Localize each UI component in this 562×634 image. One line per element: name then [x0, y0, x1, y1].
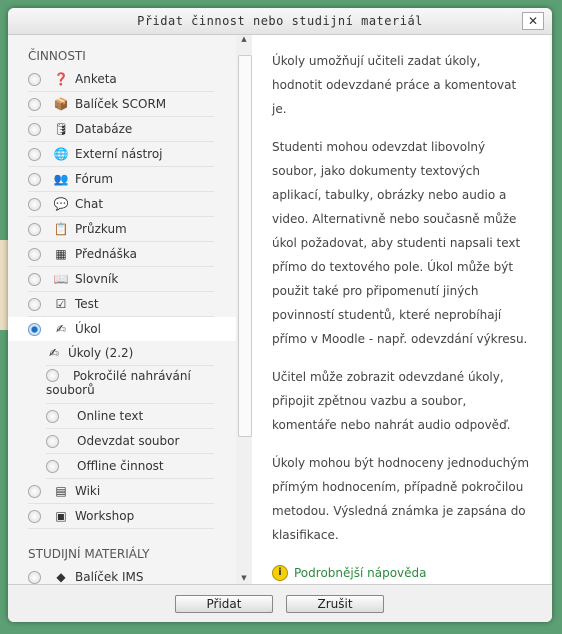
info-icon: i	[272, 565, 288, 581]
list-item-balíček-scorm[interactable]: 📦 Balíček SCORM	[28, 92, 214, 117]
item-label: Balíček IMS	[75, 570, 144, 584]
dialog-title: Přidat činnost nebo studijní materiál	[8, 8, 552, 35]
item-label: Databáze	[75, 122, 133, 136]
item-label: Pokročilé nahrávání souborů	[46, 369, 191, 397]
list-item-anketa[interactable]: ❓ Anketa	[28, 67, 214, 92]
radio[interactable]	[46, 459, 59, 473]
item-label: Chat	[75, 197, 104, 211]
add-button[interactable]: Přidat	[175, 595, 273, 613]
forum-icon: 👥	[53, 172, 69, 186]
cancel-button[interactable]: Zrušit	[286, 595, 384, 613]
item-label: Úkol	[75, 322, 101, 336]
list-item-workshop[interactable]: ▣ Workshop	[28, 504, 214, 529]
description-paragraph: Učitel může zobrazit odevzdané úkoly, př…	[272, 370, 511, 432]
radio[interactable]	[46, 409, 59, 423]
survey-icon: 📋	[53, 222, 69, 236]
background-page	[0, 240, 8, 330]
description-paragraph: Úkoly mohou být hodnoceny jednoduchým př…	[272, 456, 530, 542]
item-label: Wiki	[75, 484, 101, 498]
list-item-odevzdat-soubor[interactable]: Odevzdat soubor	[46, 429, 214, 454]
help-link-label: Podrobnější nápověda	[294, 566, 427, 580]
radio[interactable]	[28, 222, 41, 236]
item-label: Workshop	[75, 509, 135, 523]
radio[interactable]	[28, 247, 41, 261]
list-item-advanced-upload[interactable]: Pokročilé nahrávání souborů	[46, 366, 214, 404]
radio[interactable]	[28, 172, 41, 186]
radio[interactable]	[46, 369, 59, 382]
list-item-online-text[interactable]: Online text	[46, 404, 214, 429]
radio[interactable]	[46, 434, 59, 448]
list-item-databáze[interactable]: 🛢 Databáze	[28, 117, 214, 142]
wiki-icon: ▤	[55, 484, 67, 498]
item-label: Balíček SCORM	[75, 97, 167, 111]
activities-heading: ČINNOSTI	[28, 49, 86, 63]
item-label: Online text	[77, 409, 144, 423]
lesson-icon: ▦	[55, 247, 67, 261]
package-icon: 📦	[53, 97, 69, 111]
description-paragraph: Úkoly umožňují učiteli zadat úkoly, hodn…	[272, 54, 517, 116]
item-label: Test	[75, 297, 99, 311]
assignment-icon: ✍	[55, 322, 67, 336]
list-item-přednáška[interactable]: ▦ Přednáška	[28, 242, 214, 267]
radio[interactable]	[28, 122, 41, 136]
list-item-externí-nástroj[interactable]: 🌐 Externí nástroj	[28, 142, 214, 167]
item-label: Externí nástroj	[75, 147, 163, 161]
module-list: ČINNOSTI ❓ Anketa 📦 Balíček SCORM 🛢 Databáze 🌐…	[8, 35, 236, 584]
list-item-úkol[interactable]: ✍ Úkol	[8, 317, 236, 341]
item-label: Přednáška	[75, 247, 137, 261]
item-label: Fórum	[75, 172, 114, 186]
resources-heading: STUDIJNÍ MATERIÁLY	[28, 547, 150, 561]
item-label: Slovník	[75, 272, 119, 286]
item-label: Anketa	[75, 72, 117, 86]
radio[interactable]	[28, 297, 41, 311]
list-item-offline-činnost[interactable]: Offline činnost	[46, 454, 214, 479]
list-item-test[interactable]: ☑ Test	[28, 292, 214, 317]
list-item-průzkum[interactable]: 📋 Průzkum	[28, 217, 214, 242]
workshop-icon: ▣	[55, 509, 67, 523]
radio[interactable]	[28, 197, 41, 211]
subgroup-label: Úkoly (2.2)	[68, 346, 134, 360]
list-item-fórum[interactable]: 👥 Fórum	[28, 167, 214, 192]
radio[interactable]	[28, 509, 41, 523]
item-label: Průzkum	[75, 222, 127, 236]
item-label: Odevzdat soubor	[77, 434, 180, 448]
close-button[interactable]: ✕	[522, 12, 544, 30]
scrollbar-thumb[interactable]	[238, 55, 252, 437]
dialog-footer: Přidat Zrušit	[8, 584, 552, 622]
help-link[interactable]: i Podrobnější nápověda	[272, 561, 532, 585]
description-pane: Úkoly umožňují učiteli zadat úkoly, hodn…	[252, 35, 550, 584]
radio[interactable]	[28, 72, 41, 86]
ims-icon: ◆	[56, 570, 66, 584]
radio[interactable]	[28, 484, 41, 498]
list-item-balíček-ims[interactable]: ◆ Balíček IMS	[28, 565, 214, 584]
glossary-icon: 📖	[53, 272, 69, 286]
database-icon: 🛢	[53, 122, 69, 136]
chat-icon: 💬	[53, 197, 69, 211]
radio[interactable]	[28, 97, 41, 111]
globe-icon: 🌐	[53, 147, 69, 161]
add-activity-dialog: Přidat činnost nebo studijní materiál ✕ …	[8, 8, 552, 622]
item-label: Offline činnost	[77, 459, 164, 473]
radio[interactable]	[28, 570, 41, 584]
list-item-wiki[interactable]: ▤ Wiki	[28, 479, 214, 504]
radio[interactable]	[28, 272, 41, 286]
subgroup-assignments-22: ✍ Úkoly (2.2)	[46, 341, 214, 366]
radio[interactable]	[28, 322, 41, 336]
description-paragraph: Studenti mohou odevzdat libovolný soubor…	[272, 140, 528, 346]
list-scrollbar[interactable]: ▲ ▼	[236, 35, 252, 584]
list-item-chat[interactable]: 💬 Chat	[28, 192, 214, 217]
question-icon: ❓	[53, 72, 69, 86]
list-item-slovník[interactable]: 📖 Slovník	[28, 267, 214, 292]
radio[interactable]	[28, 147, 41, 161]
quiz-icon: ☑	[55, 297, 67, 311]
assignment-icon: ✍	[48, 346, 60, 360]
